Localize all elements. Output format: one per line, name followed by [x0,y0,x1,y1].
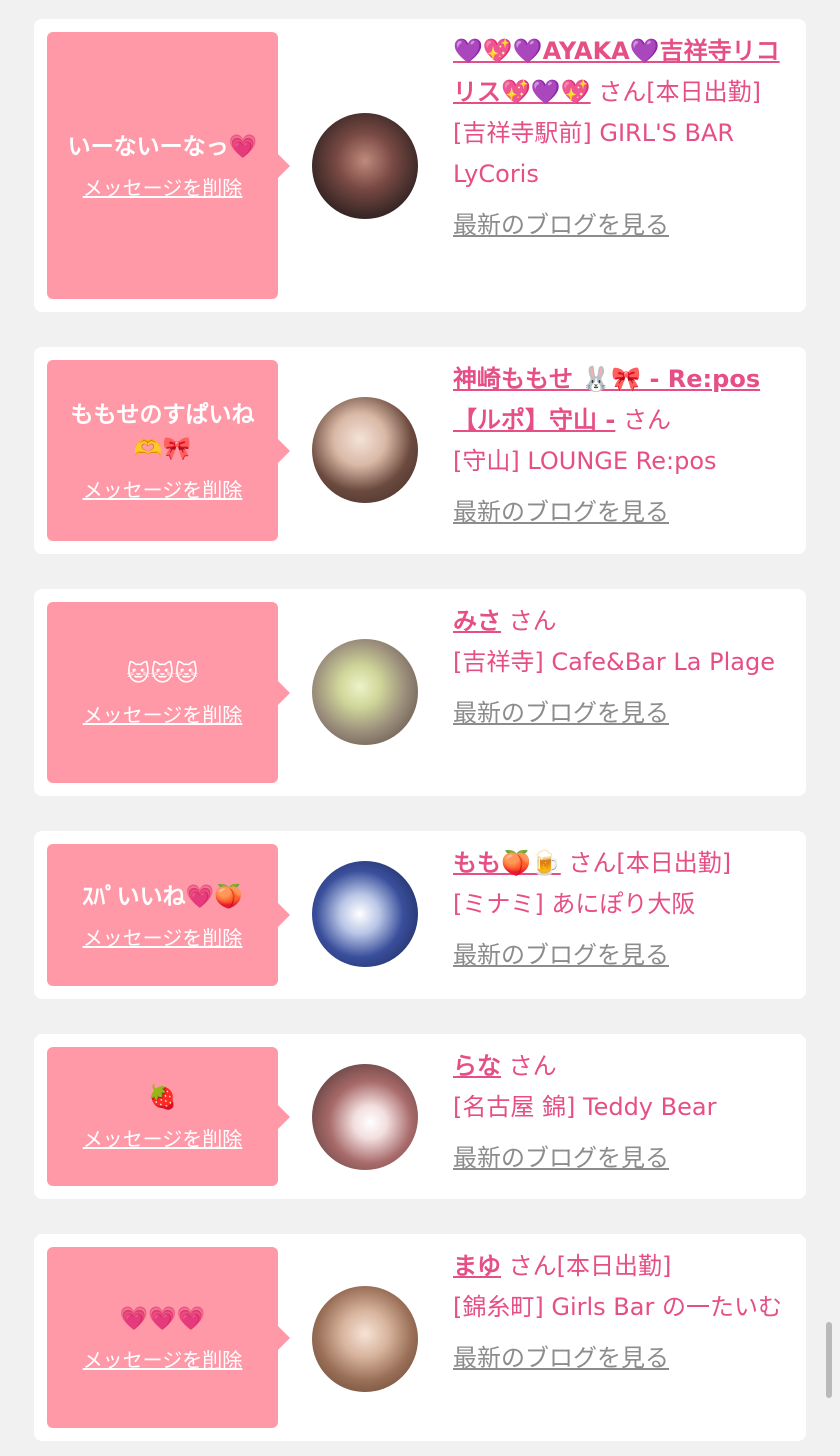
latest-blog-link[interactable]: 最新のブログを見る [453,492,793,533]
avatar[interactable] [312,113,418,219]
profile-info: まゆ さん[本日出勤] [錦糸町] Girls Bar の一たいむ 最新のブログ… [453,1246,793,1379]
honorific-status: さん[本日出勤] [598,78,762,106]
message-bubble: 🍓 メッセージを削除 [47,1047,290,1186]
avatar[interactable] [312,1286,418,1392]
latest-blog-link[interactable]: 最新のブログを見る [453,693,793,734]
latest-blog-link[interactable]: 最新のブログを見る [453,1138,793,1179]
honorific-status: さん [508,607,557,635]
avatar[interactable] [312,861,418,967]
message-bubble: いーないーなっ💗 メッセージを削除 [47,32,290,299]
message-text: ｽﾊﾟいいね💗🍑 [82,883,243,910]
message-bubble: 🐱🐱🐱 メッセージを削除 [47,602,290,783]
latest-blog-link[interactable]: 最新のブログを見る [453,205,793,246]
delete-message-link[interactable]: メッセージを削除 [83,474,243,503]
delete-message-link[interactable]: メッセージを削除 [83,1344,243,1373]
profile-name-link[interactable]: らな [453,1052,501,1080]
message-bubble: ももせのすぱいね🫶🎀 メッセージを削除 [47,360,290,541]
delete-message-link[interactable]: メッセージを削除 [83,1123,243,1152]
shop-info: [名古屋 錦] Teddy Bear [453,1093,717,1121]
message-card: ももせのすぱいね🫶🎀 メッセージを削除 神崎ももせ 🐰🎀 - Re:pos【ルポ… [34,347,806,554]
delete-message-link[interactable]: メッセージを削除 [83,172,243,201]
profile-name-link[interactable]: まゆ [453,1252,501,1280]
message-card: ｽﾊﾟいいね💗🍑 メッセージを削除 もも🍑🍺 さん[本日出勤] [ミナミ] あに… [34,831,806,999]
profile-info: 💜💖💜AYAKA💜吉祥寺リコリス💖💜💖 さん[本日出勤] [吉祥寺駅前] GIR… [453,31,793,246]
profile-info: らな さん [名古屋 錦] Teddy Bear 最新のブログを見る [453,1046,793,1179]
shop-info: [守山] LOUNGE Re:pos [453,447,717,475]
profile-name-link[interactable]: みさ [453,607,501,635]
scrollbar[interactable] [826,1322,832,1398]
shop-info: [錦糸町] Girls Bar の一たいむ [453,1293,782,1321]
message-text: ももせのすぱいね🫶🎀 [70,402,255,462]
message-text: いーないーなっ💗 [67,134,258,160]
profile-name-link[interactable]: 神崎ももせ 🐰🎀 - Re:pos【ルポ】守山 - [453,365,760,434]
honorific-status: さん [508,1052,557,1080]
message-text: 🍓 [148,1085,177,1111]
message-card: 🐱🐱🐱 メッセージを削除 みさ さん [吉祥寺] Cafe&Bar La Pla… [34,589,806,796]
profile-info: みさ さん [吉祥寺] Cafe&Bar La Plage 最新のブログを見る [453,601,793,734]
profile-info: もも🍑🍺 さん[本日出勤] [ミナミ] あにぽり大阪 最新のブログを見る [453,843,793,976]
delete-message-link[interactable]: メッセージを削除 [83,922,243,951]
message-bubble: 💗💗💗 メッセージを削除 [47,1247,290,1428]
message-card: いーないーなっ💗 メッセージを削除 💜💖💜AYAKA💜吉祥寺リコリス💖💜💖 さん… [34,19,806,312]
shop-info: [吉祥寺駅前] GIRL'S BAR LyCoris [453,119,735,188]
avatar[interactable] [312,1064,418,1170]
shop-info: [ミナミ] あにぽり大阪 [453,890,696,918]
latest-blog-link[interactable]: 最新のブログを見る [453,935,793,976]
message-text: 💗💗💗 [119,1306,206,1332]
avatar[interactable] [312,639,418,745]
message-card: 🍓 メッセージを削除 らな さん [名古屋 錦] Teddy Bear 最新のブ… [34,1034,806,1199]
honorific-status: さん [622,406,671,434]
message-bubble: ｽﾊﾟいいね💗🍑 メッセージを削除 [47,844,290,986]
latest-blog-link[interactable]: 最新のブログを見る [453,1338,793,1379]
avatar[interactable] [312,397,418,503]
message-text: 🐱🐱🐱 [126,661,199,687]
message-card: 💗💗💗 メッセージを削除 まゆ さん[本日出勤] [錦糸町] Girls Bar… [34,1234,806,1441]
profile-info: 神崎ももせ 🐰🎀 - Re:pos【ルポ】守山 - さん [守山] LOUNGE… [453,359,793,533]
profile-name-link[interactable]: もも🍑🍺 [453,849,561,877]
delete-message-link[interactable]: メッセージを削除 [83,699,243,728]
honorific-status: さん[本日出勤] [508,1252,672,1280]
honorific-status: さん[本日出勤] [568,849,732,877]
shop-info: [吉祥寺] Cafe&Bar La Plage [453,648,775,676]
